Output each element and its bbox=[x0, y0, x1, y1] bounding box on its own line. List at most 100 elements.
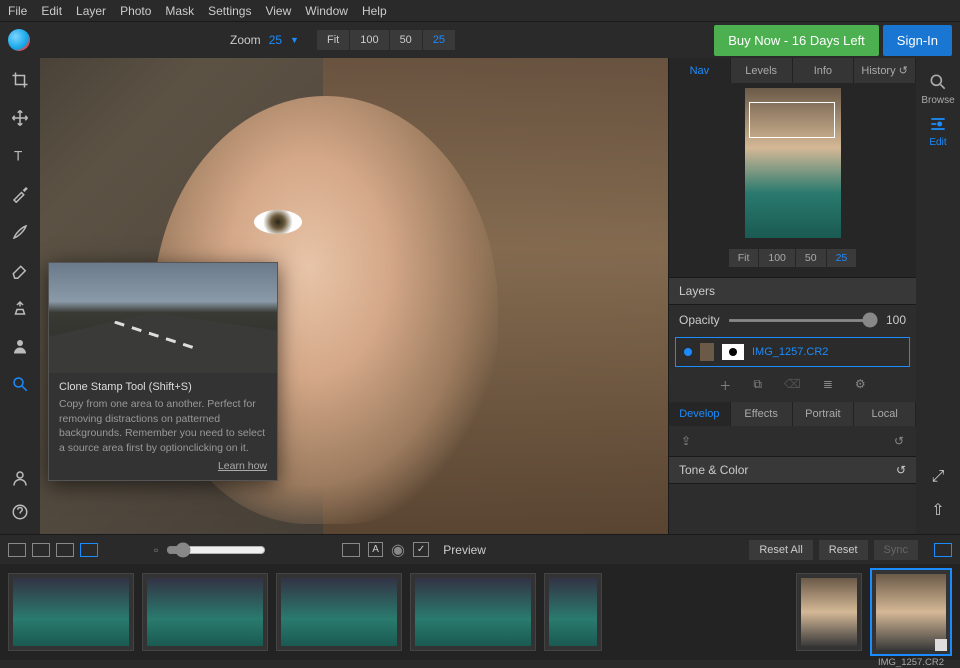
canvas[interactable]: Clone Stamp Tool (Shift+S) Copy from one… bbox=[40, 58, 668, 534]
view-grid-icon[interactable] bbox=[80, 543, 98, 557]
bottom-control-bar: ▫ A ◉ ✓ Preview Reset All Reset Sync bbox=[0, 534, 960, 564]
tab-history[interactable]: History ↺ bbox=[854, 58, 916, 83]
text-tool-icon[interactable]: T bbox=[10, 146, 30, 166]
layer-row[interactable]: IMG_1257.CR2 bbox=[675, 337, 910, 367]
edit-mode-button[interactable]: Edit bbox=[928, 114, 948, 148]
filmstrip-thumb[interactable] bbox=[410, 573, 536, 651]
nav-zoom-100[interactable]: 100 bbox=[759, 249, 795, 267]
crop-tool-icon[interactable] bbox=[10, 70, 30, 90]
share-icon[interactable]: ⇧ bbox=[931, 500, 944, 520]
expand-icon[interactable]: ⤢ bbox=[932, 468, 945, 486]
menu-edit[interactable]: Edit bbox=[41, 4, 62, 18]
navigator-zoom-presets: Fit 100 50 25 bbox=[669, 243, 916, 277]
filmstrip-toggle-icon[interactable] bbox=[934, 543, 952, 557]
mask-view-icon[interactable] bbox=[342, 543, 360, 557]
tone-color-header[interactable]: Tone & Color ↺ bbox=[669, 456, 916, 484]
preset-row: ⇪ ↺ bbox=[669, 426, 916, 456]
sync-button[interactable]: Sync bbox=[874, 540, 918, 560]
export-preset-icon[interactable]: ⇪ bbox=[681, 434, 691, 448]
user-icon[interactable] bbox=[10, 468, 30, 488]
tool-sidebar: T bbox=[0, 58, 40, 534]
nav-zoom-50[interactable]: 50 bbox=[796, 249, 826, 267]
tab-levels[interactable]: Levels bbox=[731, 58, 793, 83]
circle-overlay-icon[interactable]: ◉ bbox=[391, 540, 405, 560]
navigator-viewport-rect[interactable] bbox=[749, 102, 835, 138]
duplicate-layer-icon[interactable]: ⧉ bbox=[753, 377, 762, 394]
view-split-icon[interactable] bbox=[56, 543, 74, 557]
sign-in-button[interactable]: Sign-In bbox=[883, 25, 952, 56]
clone-stamp-tool-icon[interactable] bbox=[10, 298, 30, 318]
zoom-25[interactable]: 25 bbox=[423, 30, 455, 50]
mode-sidebar: Browse Edit ⤢ ⇧ bbox=[916, 58, 960, 534]
menu-settings[interactable]: Settings bbox=[208, 4, 251, 18]
svg-text:T: T bbox=[14, 149, 22, 164]
layer-mask-icon[interactable] bbox=[722, 344, 744, 360]
canvas-zoom-slider[interactable] bbox=[166, 542, 266, 558]
tooltip-learn-link[interactable]: Learn how bbox=[49, 456, 277, 472]
opacity-value: 100 bbox=[886, 313, 906, 327]
edited-badge-icon bbox=[935, 639, 947, 651]
eraser-tool-icon[interactable] bbox=[10, 260, 30, 280]
merge-layer-icon[interactable]: ≣ bbox=[823, 377, 833, 394]
zoom-label: Zoom bbox=[230, 33, 261, 47]
layer-settings-icon[interactable]: ⚙ bbox=[855, 377, 866, 394]
layer-visibility-icon[interactable] bbox=[684, 348, 692, 356]
nav-zoom-fit[interactable]: Fit bbox=[729, 249, 759, 267]
menu-file[interactable]: File bbox=[8, 4, 27, 18]
view-single-icon[interactable] bbox=[8, 543, 26, 557]
menu-view[interactable]: View bbox=[265, 4, 291, 18]
help-icon[interactable] bbox=[10, 502, 30, 522]
tone-color-reset-icon[interactable]: ↺ bbox=[896, 463, 906, 477]
zoom-presets: Fit 100 50 25 bbox=[317, 30, 455, 50]
nav-zoom-25[interactable]: 25 bbox=[827, 249, 857, 267]
reset-button[interactable]: Reset bbox=[819, 540, 868, 560]
tooltip-preview-image bbox=[49, 263, 277, 373]
filmstrip-thumb[interactable] bbox=[276, 573, 402, 651]
tab-local[interactable]: Local bbox=[854, 402, 916, 426]
filmstrip-thumb[interactable] bbox=[796, 573, 862, 651]
portrait-tool-icon[interactable] bbox=[10, 336, 30, 356]
delete-layer-icon[interactable]: ⌫ bbox=[784, 377, 801, 394]
reset-all-button[interactable]: Reset All bbox=[749, 540, 812, 560]
filmstrip-thumb-selected[interactable]: IMG_1257.CR2 bbox=[870, 568, 952, 656]
menu-help[interactable]: Help bbox=[362, 4, 387, 18]
opacity-slider[interactable] bbox=[728, 319, 878, 322]
app-logo-icon bbox=[8, 29, 30, 51]
move-tool-icon[interactable] bbox=[10, 108, 30, 128]
zoom-100[interactable]: 100 bbox=[350, 30, 388, 50]
zoom-dropdown-icon[interactable]: ▼ bbox=[290, 35, 299, 45]
zoom-value[interactable]: 25 bbox=[269, 33, 282, 47]
zoom-out-icon[interactable]: ▫ bbox=[154, 543, 158, 557]
tab-nav[interactable]: Nav bbox=[669, 58, 731, 83]
filmstrip-thumb[interactable] bbox=[544, 573, 602, 651]
zoom-fit[interactable]: Fit bbox=[317, 30, 349, 50]
navigator-thumbnail bbox=[745, 88, 841, 238]
check-overlay-icon[interactable]: ✓ bbox=[413, 542, 429, 557]
filmstrip-thumb[interactable] bbox=[8, 573, 134, 651]
buy-now-button[interactable]: Buy Now - 16 Days Left bbox=[714, 25, 879, 56]
tab-develop[interactable]: Develop bbox=[669, 402, 731, 426]
brush-tool-icon[interactable] bbox=[10, 222, 30, 242]
layers-panel-header[interactable]: Layers bbox=[669, 277, 916, 305]
menu-window[interactable]: Window bbox=[305, 4, 348, 18]
navigator-preview[interactable] bbox=[669, 83, 916, 243]
menu-layer[interactable]: Layer bbox=[76, 4, 106, 18]
menu-mask[interactable]: Mask bbox=[165, 4, 194, 18]
zoom-50[interactable]: 50 bbox=[390, 30, 422, 50]
view-compare-icon[interactable] bbox=[32, 543, 50, 557]
add-layer-icon[interactable]: ＋ bbox=[719, 377, 731, 394]
tab-portrait[interactable]: Portrait bbox=[793, 402, 855, 426]
tool-tooltip: Clone Stamp Tool (Shift+S) Copy from one… bbox=[48, 262, 278, 481]
filmstrip-thumb[interactable] bbox=[142, 573, 268, 651]
tab-info[interactable]: Info bbox=[793, 58, 855, 83]
browse-mode-button[interactable]: Browse bbox=[921, 72, 954, 106]
menu-photo[interactable]: Photo bbox=[120, 4, 151, 18]
preview-label[interactable]: Preview bbox=[443, 543, 486, 557]
layer-toolbar: ＋ ⧉ ⌫ ≣ ⚙ bbox=[669, 369, 916, 402]
text-overlay-icon[interactable]: A bbox=[368, 542, 383, 557]
reset-preset-icon[interactable]: ↺ bbox=[894, 434, 904, 448]
eyedropper-tool-icon[interactable] bbox=[10, 184, 30, 204]
zoom-tool-icon[interactable] bbox=[10, 374, 30, 394]
edit-label: Edit bbox=[929, 137, 946, 148]
tab-effects[interactable]: Effects bbox=[731, 402, 793, 426]
